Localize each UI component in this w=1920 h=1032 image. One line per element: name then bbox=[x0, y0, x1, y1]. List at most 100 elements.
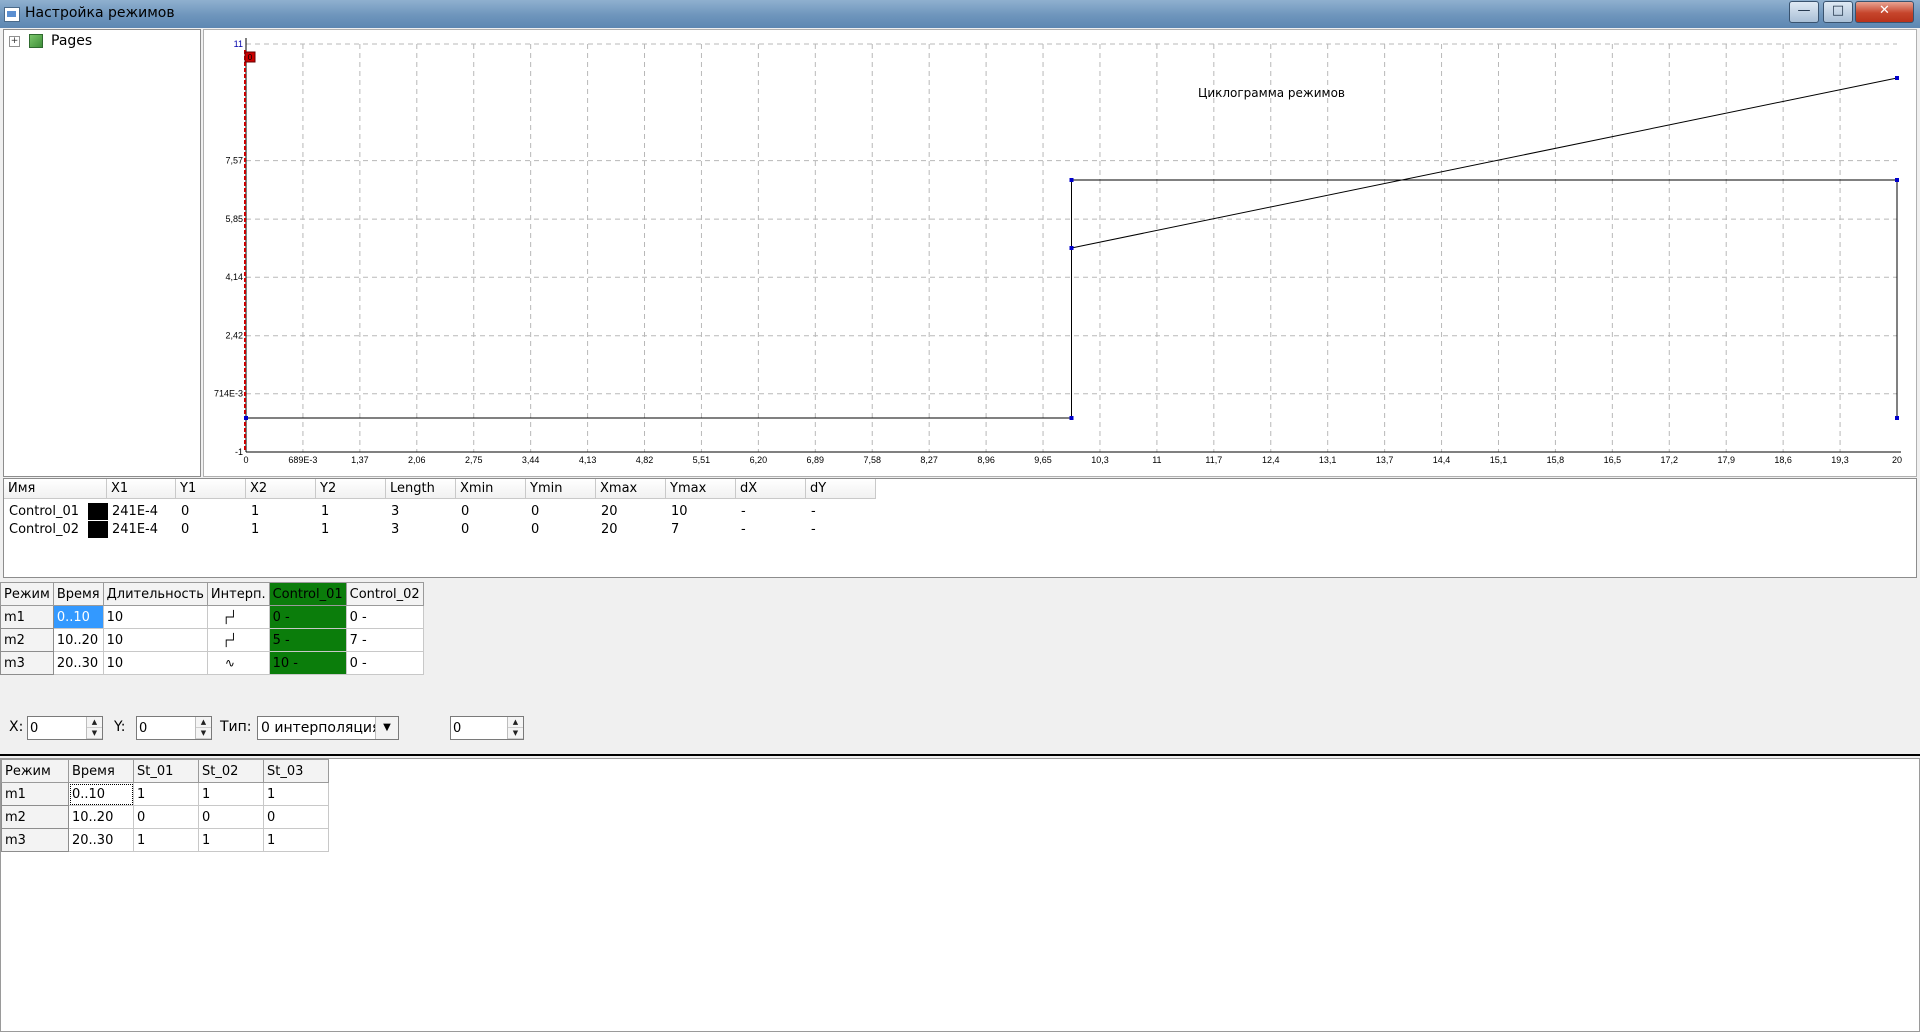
col-header-x2[interactable]: X2 bbox=[246, 479, 316, 499]
y-down-arrow-icon[interactable]: ▼ bbox=[196, 728, 211, 739]
value-spinner[interactable]: ▲▼ bbox=[450, 716, 524, 740]
value-up-arrow-icon[interactable]: ▲ bbox=[508, 717, 523, 728]
x-down-arrow-icon[interactable]: ▼ bbox=[87, 728, 102, 739]
close-button[interactable]: ✕ bbox=[1855, 1, 1914, 23]
col-header-control-01[interactable]: Control_01 bbox=[268, 582, 347, 606]
y-spinner[interactable]: ▲▼ bbox=[136, 716, 212, 740]
time-cell[interactable]: 0..10 bbox=[52, 605, 104, 629]
col-header-st-02[interactable]: St_02 bbox=[198, 759, 264, 783]
series-line bbox=[1071, 77, 1898, 249]
col-header-mode[interactable]: Режим bbox=[0, 582, 54, 606]
y-up-arrow-icon[interactable]: ▲ bbox=[196, 717, 211, 728]
time-cell[interactable]: 0..10 bbox=[68, 782, 134, 806]
st-03-cell[interactable]: 1 bbox=[263, 782, 329, 806]
col-header-length[interactable]: Length bbox=[386, 479, 456, 499]
interp-cell[interactable]: ┌┘ bbox=[206, 628, 270, 652]
minimize-button[interactable]: — bbox=[1789, 1, 1819, 23]
interpolation-type-select[interactable]: 0 интерполяция ▼ bbox=[257, 716, 399, 740]
col-header-control-02[interactable]: Control_02 bbox=[345, 582, 424, 606]
x-input[interactable] bbox=[28, 717, 88, 739]
value-down-arrow-icon[interactable]: ▼ bbox=[508, 728, 523, 739]
col-header-y1[interactable]: Y1 bbox=[176, 479, 246, 499]
series-point bbox=[1895, 178, 1899, 182]
col-header-y2[interactable]: Y2 bbox=[316, 479, 386, 499]
control-color-swatch[interactable] bbox=[88, 521, 108, 538]
tree-expand-icon[interactable]: + bbox=[9, 36, 20, 47]
col-header-name[interactable]: Имя bbox=[4, 479, 107, 499]
y-tick-label: 2,42 bbox=[225, 331, 243, 341]
table-row[interactable]: m3 20..30 10 ∿ 10 - 0 - bbox=[0, 651, 424, 675]
mode-cell[interactable]: m1 bbox=[0, 605, 54, 629]
value-input[interactable] bbox=[451, 717, 509, 739]
states-panel[interactable]: Режим Время St_01 St_02 St_03 m1 0..10 1… bbox=[0, 758, 1920, 1032]
control-01-cell[interactable]: 5 - bbox=[268, 628, 347, 652]
states-grid[interactable]: Режим Время St_01 St_02 St_03 m1 0..10 1… bbox=[1, 759, 329, 852]
time-cell[interactable]: 20..30 bbox=[68, 828, 134, 852]
cyclogram-chart[interactable]: 0 689E-3 1,37 2,06 2,75 3,44 4,13 4,82 5,51 6,20 6… bbox=[203, 29, 1917, 477]
st-01-cell[interactable]: 0 bbox=[133, 805, 199, 829]
control-row[interactable]: Control_02 241E-4 0 1 1 3 0 0 20 7 - - bbox=[4, 521, 904, 539]
duration-cell[interactable]: 10 bbox=[102, 605, 208, 629]
col-header-mode[interactable]: Режим bbox=[1, 759, 69, 783]
duration-cell[interactable]: 10 bbox=[102, 628, 208, 652]
step-interp-icon[interactable]: ┌┘ bbox=[211, 610, 249, 624]
control-y1: 0 bbox=[181, 504, 190, 519]
col-header-time[interactable]: Время bbox=[52, 582, 104, 606]
control-02-cell[interactable]: 0 - bbox=[345, 651, 424, 675]
chart-canvas[interactable]: 0 689E-3 1,37 2,06 2,75 3,44 4,13 4,82 5,51 6,20 6… bbox=[204, 30, 1916, 476]
col-header-ymax[interactable]: Ymax bbox=[666, 479, 736, 499]
controls-panel[interactable]: Имя X1 Y1 X2 Y2 Length Xmin Ymin Xmax Ym… bbox=[3, 478, 1917, 578]
col-header-st-03[interactable]: St_03 bbox=[263, 759, 329, 783]
col-header-time[interactable]: Время bbox=[68, 759, 134, 783]
col-header-xmin[interactable]: Xmin bbox=[456, 479, 526, 499]
col-header-ymin[interactable]: Ymin bbox=[526, 479, 596, 499]
x-spinner[interactable]: ▲▼ bbox=[27, 716, 103, 740]
duration-cell[interactable]: 10 bbox=[102, 651, 208, 675]
tree-item-pages[interactable]: Pages bbox=[51, 33, 92, 49]
x-tick-label: 6,89 bbox=[807, 455, 825, 465]
mode-cell[interactable]: m2 bbox=[1, 805, 69, 829]
col-header-interp[interactable]: Интерп. bbox=[206, 582, 270, 606]
time-cell[interactable]: 10..20 bbox=[68, 805, 134, 829]
st-02-cell[interactable]: 1 bbox=[198, 782, 264, 806]
st-01-cell[interactable]: 1 bbox=[133, 828, 199, 852]
x-up-arrow-icon[interactable]: ▲ bbox=[87, 717, 102, 728]
chevron-down-icon[interactable]: ▼ bbox=[375, 717, 398, 739]
st-02-cell[interactable]: 0 bbox=[198, 805, 264, 829]
col-header-xmax[interactable]: Xmax bbox=[596, 479, 666, 499]
control-row[interactable]: Control_01 241E-4 0 1 1 3 0 0 20 10 - - bbox=[4, 503, 904, 521]
mode-cell[interactable]: m3 bbox=[1, 828, 69, 852]
st-02-cell[interactable]: 1 bbox=[198, 828, 264, 852]
step-interp-icon[interactable]: ┌┘ bbox=[211, 633, 249, 647]
col-header-x1[interactable]: X1 bbox=[107, 479, 176, 499]
mode-cell[interactable]: m1 bbox=[1, 782, 69, 806]
linear-interp-icon[interactable]: ∿ bbox=[211, 656, 249, 670]
maximize-button[interactable]: □ bbox=[1823, 1, 1853, 23]
st-03-cell[interactable]: 0 bbox=[263, 805, 329, 829]
table-row[interactable]: m2 10..20 0 0 0 bbox=[1, 805, 329, 829]
control-color-swatch[interactable] bbox=[88, 503, 108, 520]
mode-cell[interactable]: m3 bbox=[0, 651, 54, 675]
pages-tree[interactable]: + Pages bbox=[3, 29, 201, 477]
time-cell[interactable]: 20..30 bbox=[52, 651, 104, 675]
table-row[interactable]: m3 20..30 1 1 1 bbox=[1, 828, 329, 852]
time-cell[interactable]: 10..20 bbox=[52, 628, 104, 652]
mode-cell[interactable]: m2 bbox=[0, 628, 54, 652]
col-header-dy[interactable]: dY bbox=[806, 479, 876, 499]
col-header-dx[interactable]: dX bbox=[736, 479, 806, 499]
control-01-cell[interactable]: 10 - bbox=[268, 651, 347, 675]
st-01-cell[interactable]: 1 bbox=[133, 782, 199, 806]
table-row[interactable]: m2 10..20 10 ┌┘ 5 - 7 - bbox=[0, 628, 424, 652]
interp-cell[interactable]: ∿ bbox=[206, 651, 270, 675]
y-input[interactable] bbox=[137, 717, 197, 739]
interp-cell[interactable]: ┌┘ bbox=[206, 605, 270, 629]
col-header-st-01[interactable]: St_01 bbox=[133, 759, 199, 783]
modes-grid[interactable]: Режим Время Длительность Интерп. Control… bbox=[0, 582, 424, 675]
control-02-cell[interactable]: 7 - bbox=[345, 628, 424, 652]
control-02-cell[interactable]: 0 - bbox=[345, 605, 424, 629]
table-row[interactable]: m1 0..10 1 1 1 bbox=[1, 782, 329, 806]
control-01-cell[interactable]: 0 - bbox=[268, 605, 347, 629]
st-03-cell[interactable]: 1 bbox=[263, 828, 329, 852]
table-row[interactable]: m1 0..10 10 ┌┘ 0 - 0 - bbox=[0, 605, 424, 629]
col-header-duration[interactable]: Длительность bbox=[102, 582, 208, 606]
